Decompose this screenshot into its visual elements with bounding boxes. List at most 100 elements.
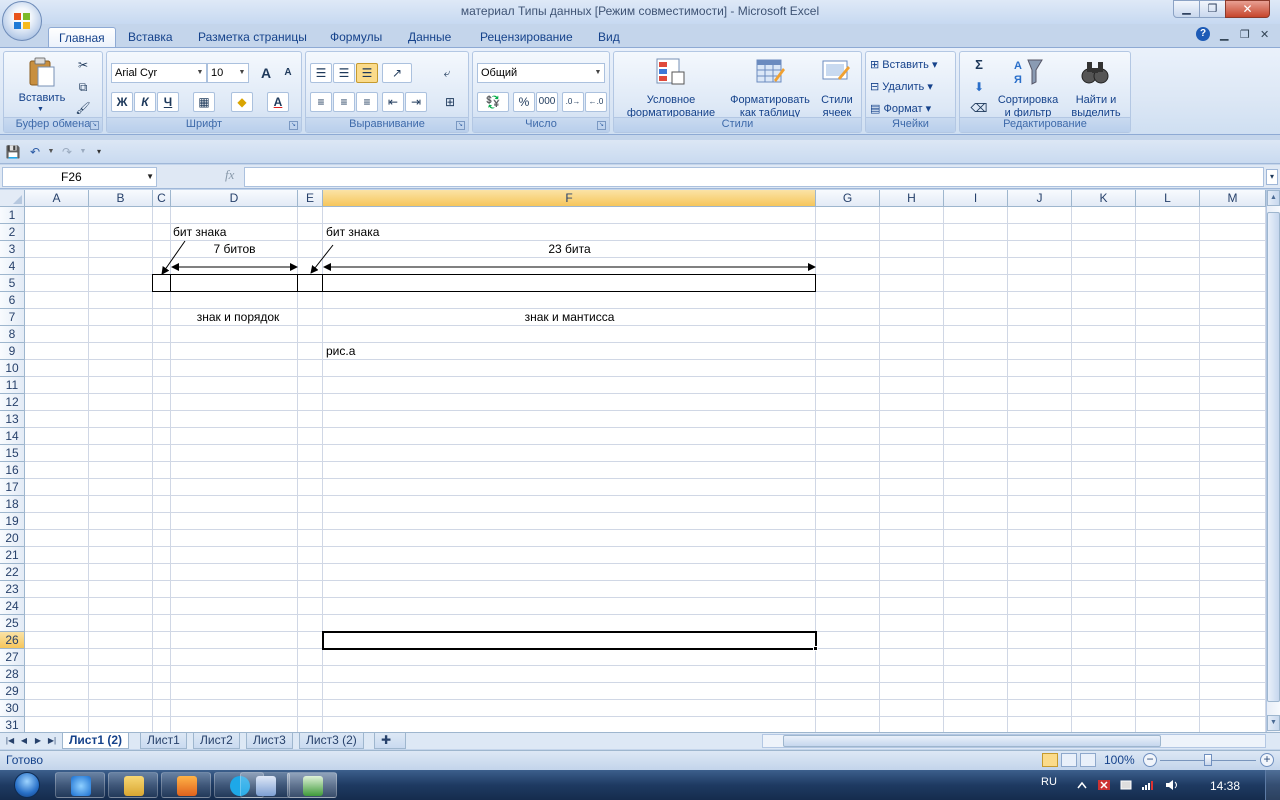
column-header[interactable]: H [880,190,944,207]
bordered-cell-c5[interactable] [152,274,171,292]
number-launcher-icon[interactable]: ↘ [597,121,606,130]
zoom-out-icon[interactable]: − [1143,753,1157,767]
percent-button[interactable]: % [513,92,535,112]
page-layout-view-icon[interactable] [1061,753,1077,767]
increase-decimal-icon[interactable]: .0→ [562,92,584,112]
increase-indent-icon[interactable]: ⇥ [405,92,427,112]
tray-volume-icon[interactable] [1165,779,1179,791]
fill-handle[interactable] [813,646,818,651]
close-button[interactable]: ✕ [1225,0,1270,18]
bordered-cell-f5[interactable] [322,274,816,292]
format-painter-icon[interactable]: 🖌 [72,98,94,118]
fill-color-icon[interactable]: ◆ [231,92,253,112]
clock[interactable]: 14:38 [1210,779,1240,793]
row-header[interactable]: 31 [0,717,25,732]
font-size-select[interactable]: 10 ▼ [207,63,249,83]
align-left-icon[interactable]: ≡ [310,92,332,112]
row-header[interactable]: 20 [0,530,25,547]
align-right-icon[interactable]: ≡ [356,92,378,112]
column-header[interactable]: M [1200,190,1266,207]
help-icon[interactable]: ? [1196,27,1210,41]
language-indicator[interactable]: RU [1041,776,1057,788]
row-header[interactable]: 15 [0,445,25,462]
start-button[interactable] [6,770,46,800]
restore-button[interactable]: ❐ [1199,0,1226,18]
row-header[interactable]: 16 [0,462,25,479]
tab-data[interactable]: Данные [398,27,461,48]
wrap-text-icon[interactable]: ⤶ [436,63,458,83]
taskbar-word[interactable] [240,772,290,798]
font-color-button[interactable]: A [267,92,289,112]
zoom-slider-thumb[interactable] [1204,754,1212,766]
tab-insert[interactable]: Вставка [118,27,183,48]
row-header[interactable]: 19 [0,513,25,530]
tab-view[interactable]: Вид [588,27,630,48]
row-header[interactable]: 6 [0,292,25,309]
merge-center-icon[interactable]: ⊞ [436,92,464,112]
tray-network-icon[interactable] [1141,779,1155,791]
column-header[interactable]: E [298,190,323,207]
normal-view-icon[interactable] [1042,753,1058,767]
sheet-tab-list1-2[interactable]: Лист1 (2) [62,733,130,749]
column-header[interactable]: L [1136,190,1200,207]
format-cells-button[interactable]: ▤ Формат ▾ [870,102,931,115]
prev-sheet-icon[interactable]: ◀ [18,734,30,748]
clipboard-launcher-icon[interactable]: ↘ [90,121,99,130]
bordered-cell-d5[interactable] [170,274,298,292]
row-header[interactable]: 14 [0,428,25,445]
worksheet-grid[interactable]: A B C D E F G H I J K L M 1 2 3 4 5 6 7 8 9 10 11 12 13 14 15 16 17 18… [0,190,1266,732]
cut-icon[interactable]: ✂ [72,55,94,75]
row-header[interactable]: 21 [0,547,25,564]
row-header[interactable]: 8 [0,326,25,343]
workbook-restore-icon[interactable]: ❐ [1240,28,1250,41]
row-header[interactable]: 25 [0,615,25,632]
formula-input[interactable] [244,167,1264,187]
row-header[interactable]: 29 [0,683,25,700]
row-header[interactable]: 1 [0,207,25,224]
row-header[interactable]: 26 [0,632,25,649]
zoom-level[interactable]: 100% [1104,753,1135,767]
row-header[interactable]: 28 [0,666,25,683]
column-header[interactable]: F [323,190,816,207]
row-header[interactable]: 4 [0,258,25,275]
sheet-tab-list3-2[interactable]: Лист3 (2) [299,733,364,749]
active-cell[interactable] [322,631,817,650]
row-header[interactable]: 30 [0,700,25,717]
row-header[interactable]: 24 [0,598,25,615]
insert-sheet-icon[interactable]: ✚ [374,733,406,749]
thousands-button[interactable]: 000 [536,92,558,112]
number-format-select[interactable]: Общий ▼ [477,63,605,83]
row-header[interactable]: 22 [0,564,25,581]
sheet-tab-list3[interactable]: Лист3 [246,733,293,749]
align-top-icon[interactable]: ☰ [310,63,332,83]
sheet-tab-list2[interactable]: Лист2 [193,733,240,749]
vertical-scrollbar[interactable]: ▲ ▼ [1266,190,1280,732]
zoom-in-icon[interactable]: + [1260,753,1274,767]
taskbar-excel[interactable] [287,772,337,798]
clear-icon[interactable]: ⌫ [964,98,994,118]
row-header[interactable]: 12 [0,394,25,411]
row-header[interactable]: 18 [0,496,25,513]
tray-security-icon[interactable] [1097,779,1111,791]
column-header[interactable]: J [1008,190,1072,207]
paste-button[interactable]: Вставить [14,92,70,104]
name-box[interactable]: F26 ▼ [2,167,157,187]
grow-font-button[interactable]: A [255,63,277,83]
delete-cells-button[interactable]: ⊟ Удалить ▾ [870,80,933,93]
workbook-close-icon[interactable]: ✕ [1260,28,1269,41]
column-header[interactable]: K [1072,190,1136,207]
font-name-select[interactable]: Arial Cyr ▼ [111,63,207,83]
vertical-scroll-thumb[interactable] [1267,212,1280,702]
taskbar-ie[interactable] [55,772,105,798]
column-header[interactable]: B [89,190,153,207]
row-header[interactable]: 23 [0,581,25,598]
expand-formula-bar-icon[interactable]: ▾ [1266,169,1278,185]
row-header[interactable]: 3 [0,241,25,258]
taskbar-explorer[interactable] [108,772,158,798]
row-header[interactable]: 13 [0,411,25,428]
borders-icon[interactable]: ▦ [193,92,215,112]
column-header[interactable]: C [153,190,171,207]
font-launcher-icon[interactable]: ↘ [289,121,298,130]
scroll-up-icon[interactable]: ▲ [1267,190,1280,206]
row-header[interactable]: 9 [0,343,25,360]
